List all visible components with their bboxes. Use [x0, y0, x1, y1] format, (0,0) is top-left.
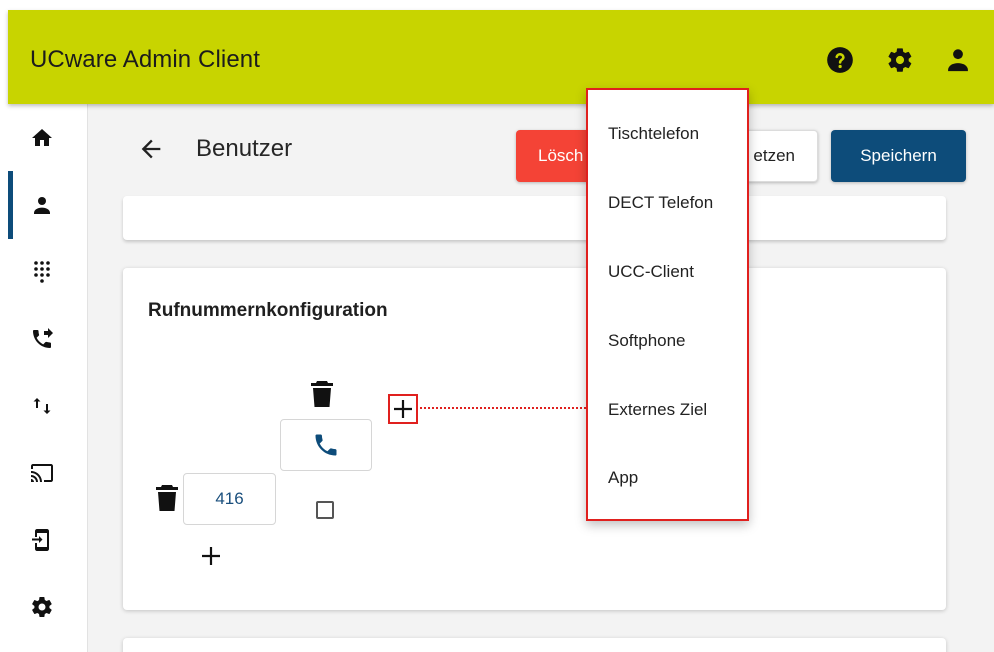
account-icon[interactable] [944, 46, 972, 74]
sidebar-item-users[interactable] [8, 171, 88, 239]
settings-icon [32, 596, 52, 618]
home-icon [32, 129, 52, 146]
device-phone-field[interactable] [280, 419, 372, 471]
callout-line [420, 407, 586, 409]
window-frame-top [0, 0, 994, 10]
menu-item-ucc-client[interactable]: UCC-Client [588, 248, 747, 296]
next-card [123, 638, 946, 652]
number-field[interactable]: 416 [183, 473, 276, 525]
device-checkbox[interactable] [316, 501, 334, 519]
device-login-icon [32, 529, 49, 551]
dialpad-icon [34, 261, 50, 283]
menu-item-dect-telefon[interactable]: DECT Telefon [588, 179, 747, 227]
settings-icon[interactable] [886, 46, 914, 74]
app-title: UCware Admin Client [30, 46, 260, 73]
previous-card [123, 196, 946, 240]
phone-forward-icon [33, 328, 53, 348]
delete-number-button[interactable] [155, 484, 179, 512]
menu-item-app[interactable]: App [588, 454, 747, 502]
sidebar-item-provisioning[interactable] [8, 439, 88, 507]
delete-button[interactable]: Lösch [516, 130, 596, 182]
sidebar-item-dialplan[interactable] [8, 238, 88, 306]
swap-arrows-icon [33, 398, 51, 414]
sidebar [8, 104, 88, 652]
card-title: Rufnummernkonfiguration [148, 300, 388, 321]
device-type-menu: Tischtelefon DECT Telefon UCC-Client Sof… [586, 88, 749, 521]
delete-device-button[interactable] [310, 380, 334, 408]
app-header: UCware Admin Client [8, 10, 994, 104]
user-icon [34, 197, 50, 214]
cast-icon [31, 464, 53, 482]
phone-icon [315, 434, 337, 456]
arrow-left-icon [141, 139, 161, 159]
number-configuration-card: Rufnummernkonfiguration 416 [123, 268, 946, 610]
trash-icon [156, 485, 178, 511]
save-button[interactable]: Speichern [831, 130, 966, 182]
menu-item-tischtelefon[interactable]: Tischtelefon [588, 110, 747, 158]
sidebar-item-device-login[interactable] [8, 506, 88, 574]
menu-item-softphone[interactable]: Softphone [588, 317, 747, 365]
plus-icon [202, 547, 220, 565]
add-device-button[interactable] [388, 394, 418, 424]
page-title: Benutzer [196, 135, 293, 162]
sidebar-item-settings[interactable] [8, 573, 88, 641]
plus-icon [394, 400, 412, 418]
sidebar-item-home[interactable] [8, 104, 88, 172]
trash-icon [311, 381, 333, 407]
help-icon[interactable] [826, 46, 854, 74]
menu-item-externes-ziel[interactable]: Externes Ziel [588, 386, 747, 434]
sidebar-item-forwarding[interactable] [8, 305, 88, 373]
sidebar-item-transfer[interactable] [8, 372, 88, 440]
back-button[interactable] [137, 135, 165, 163]
add-number-button[interactable] [199, 544, 223, 568]
window-frame-left [0, 0, 8, 652]
